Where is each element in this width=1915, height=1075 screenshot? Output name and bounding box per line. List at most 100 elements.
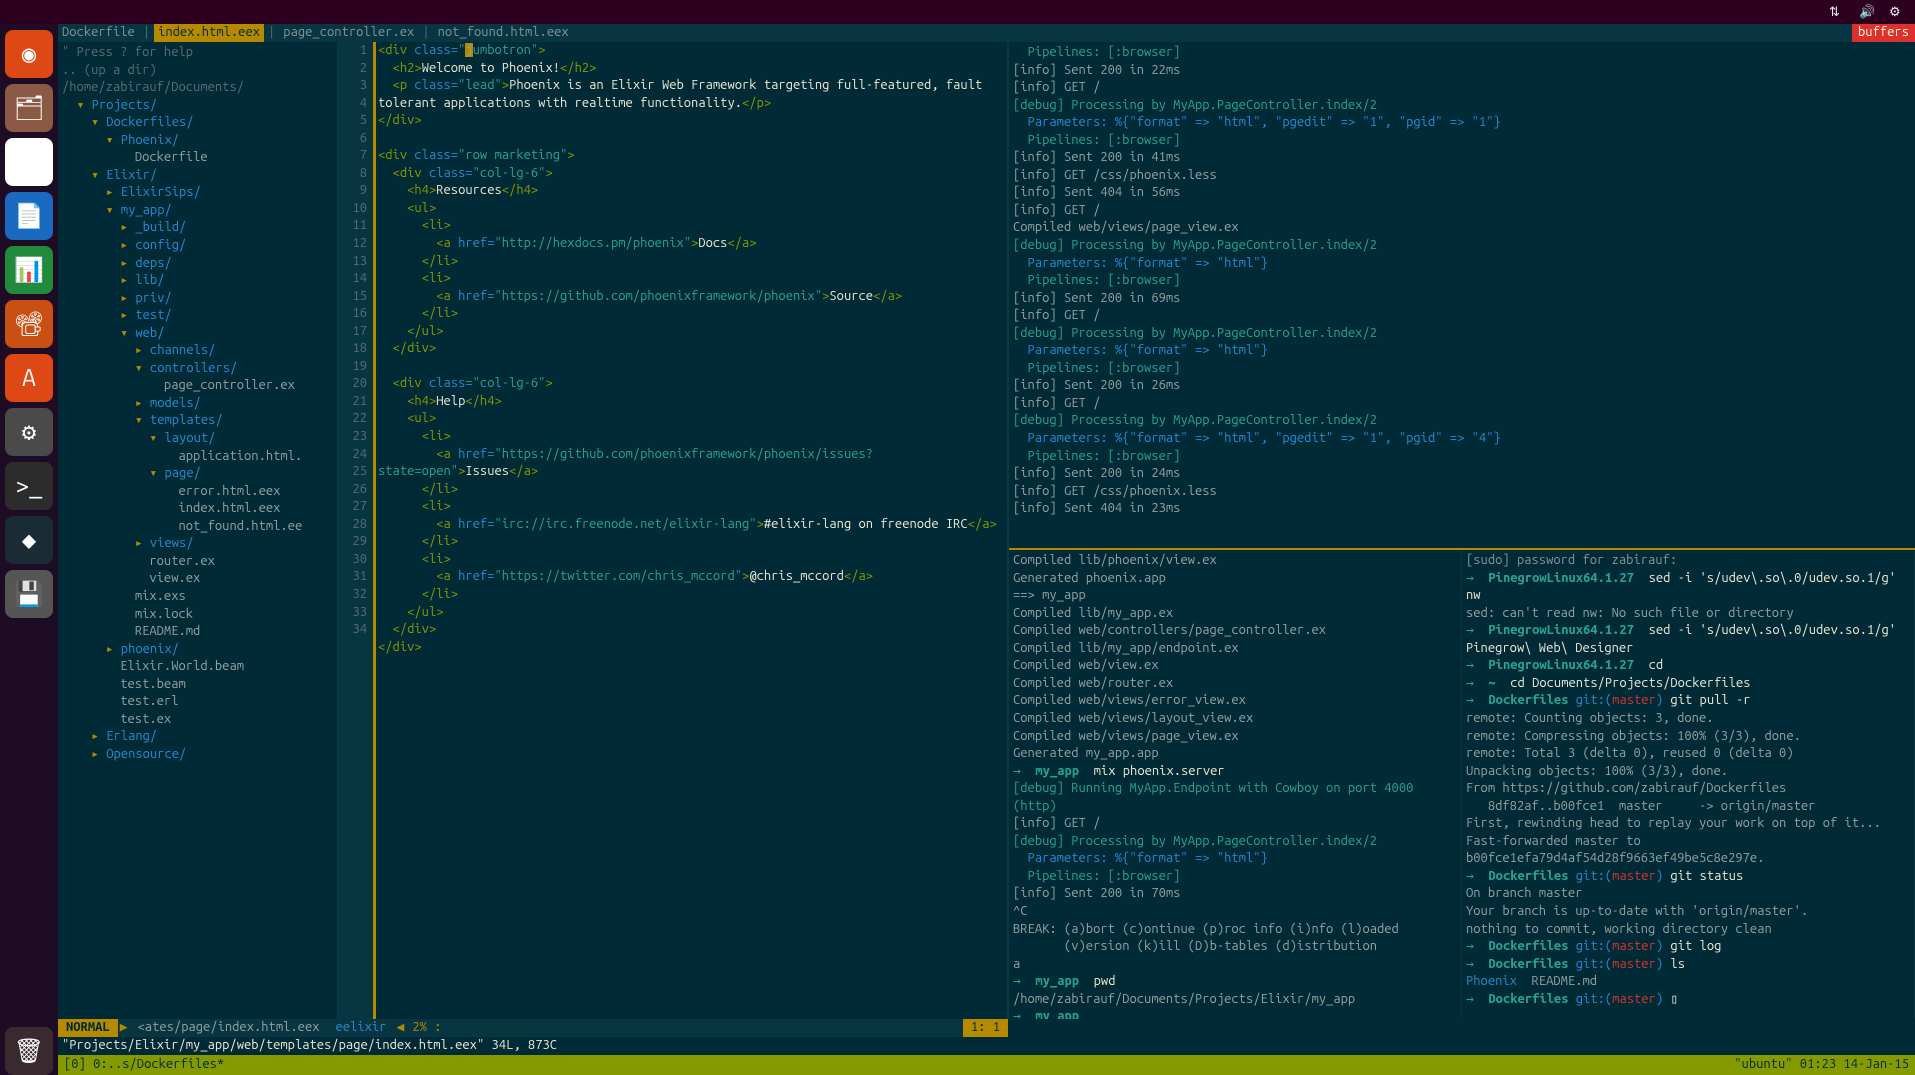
terminal-line: Generated my_app.app: [1013, 745, 1457, 763]
terminal-line: [info] Sent 404 in 23ms: [1013, 500, 1911, 518]
tree-file[interactable]: view.ex: [62, 570, 333, 588]
code-area[interactable]: <div class="jumbotron"> <h2>Welcome to P…: [376, 42, 1007, 1019]
tree-file[interactable]: error.html.eex: [62, 483, 333, 501]
tree-file[interactable]: not_found.html.ee: [62, 518, 333, 536]
tree-dir[interactable]: ▸ lib/: [62, 272, 333, 290]
tree-file[interactable]: router.ex: [62, 553, 333, 571]
tree-file[interactable]: page_controller.ex: [62, 377, 333, 395]
terminal-line: Pipelines: [:browser]: [1013, 868, 1457, 886]
tree-dir[interactable]: ▸ ElixirSips/: [62, 184, 333, 202]
terminal-server-log[interactable]: Pipelines: [:browser][info] Sent 200 in …: [1009, 42, 1915, 550]
tree-dir[interactable]: ▾ my_app/: [62, 202, 333, 220]
terminal-line: Pipelines: [:browser]: [1013, 448, 1911, 466]
terminal-line: [debug] Processing by MyApp.PageControll…: [1013, 237, 1911, 255]
terminal-line: sed: can't read nw: No such file or dire…: [1466, 605, 1910, 623]
tree-file[interactable]: Dockerfile: [62, 149, 333, 167]
terminal-line: Fast-forwarded master to b00fce1efa79d4a…: [1466, 833, 1910, 868]
editor-pane[interactable]: 1234567891011121314151617181920212223242…: [338, 42, 1008, 1019]
terminal-line: a: [1013, 956, 1457, 974]
launcher-terminal[interactable]: >_: [5, 462, 53, 510]
tree-dir[interactable]: ▾ templates/: [62, 412, 333, 430]
tree-dir[interactable]: ▸ config/: [62, 237, 333, 255]
launcher-settings[interactable]: ⚙: [5, 408, 53, 456]
tree-file[interactable]: README.md: [62, 623, 333, 641]
launcher-calc[interactable]: 📊: [5, 246, 53, 294]
terminal-mix[interactable]: Compiled lib/phoenix/view.exGenerated ph…: [1009, 550, 1462, 1019]
terminal-line: → my_app pwd: [1013, 973, 1457, 991]
tree-dir[interactable]: ▾ Projects/: [62, 97, 333, 115]
terminal-line: → Dockerfiles git:(master) git status: [1466, 868, 1910, 886]
terminal-line: [info] GET /: [1013, 307, 1911, 325]
tree-dir[interactable]: ▸ priv/: [62, 290, 333, 308]
terminal-line: Compiled lib/phoenix/view.ex: [1013, 552, 1457, 570]
tree-file[interactable]: index.html.eex: [62, 500, 333, 518]
tree-file[interactable]: mix.exs: [62, 588, 333, 606]
tree-dir[interactable]: ▾ Phoenix/: [62, 132, 333, 150]
buffer-tab[interactable]: not_found.html.eex: [434, 24, 573, 42]
tree-dir[interactable]: ▾ layout/: [62, 430, 333, 448]
launcher-ubuntu-software[interactable]: A: [5, 354, 53, 402]
launcher-ubuntu-dash[interactable]: ◉: [5, 30, 53, 78]
tree-dir[interactable]: ▸ phoenix/: [62, 641, 333, 659]
terminal-line: [debug] Processing by MyApp.PageControll…: [1013, 325, 1911, 343]
tree-file[interactable]: Elixir.World.beam: [62, 658, 333, 676]
terminal-line: → PinegrowLinux64.1.27 cd: [1466, 657, 1910, 675]
buffer-tab[interactable]: page_controller.ex: [279, 24, 418, 42]
tree-file[interactable]: application.html.: [62, 448, 333, 466]
terminal-line: Compiled web/views/page_view.ex: [1013, 219, 1911, 237]
nerdtree-pane[interactable]: " Press ? for help.. (up a dir)/home/zab…: [58, 42, 338, 1019]
tree-file[interactable]: mix.lock: [62, 606, 333, 624]
tree-file[interactable]: test.ex: [62, 711, 333, 729]
launcher-app-dark[interactable]: ◆: [5, 516, 53, 564]
tree-dir[interactable]: ▸ views/: [62, 535, 333, 553]
launcher-writer[interactable]: 📄: [5, 192, 53, 240]
vim-mode: NORMAL: [58, 1019, 118, 1037]
tree-dir[interactable]: ▸ test/: [62, 307, 333, 325]
terminal-line: [debug] Processing by MyApp.PageControll…: [1013, 97, 1911, 115]
launcher-trash[interactable]: 🗑: [5, 1027, 53, 1075]
tree-dir[interactable]: ▾ controllers/: [62, 360, 333, 378]
terminal-line: From https://github.com/zabirauf/Dockerf…: [1466, 780, 1910, 798]
tmux-session[interactable]: [0] 0:..s/Dockerfiles*: [64, 1056, 224, 1074]
tree-dir[interactable]: ▾ web/: [62, 325, 333, 343]
buffer-tab[interactable]: index.html.eex: [154, 24, 264, 42]
terminal-line: 8df82af..b00fce1 master -> origin/master: [1466, 798, 1910, 816]
volume-icon[interactable]: 🔊: [1859, 4, 1875, 20]
tree-dir[interactable]: ▸ deps/: [62, 255, 333, 273]
launcher-files[interactable]: 🗂: [5, 84, 53, 132]
terminal-line: remote: Counting objects: 3, done.: [1466, 710, 1910, 728]
tree-file[interactable]: test.erl: [62, 693, 333, 711]
terminal-line: Parameters: %{"format" => "html", "pgedi…: [1013, 114, 1911, 132]
terminal-line: [debug] Running MyApp.Endpoint with Cowb…: [1013, 780, 1457, 815]
vim-statusline: NORMAL ▶ <ates/page/index.html.eex eelix…: [58, 1019, 1008, 1037]
tree-dir[interactable]: ▾ page/: [62, 465, 333, 483]
terminal-line: nothing to commit, working directory cle…: [1466, 921, 1910, 939]
launcher-impress[interactable]: 📽: [5, 300, 53, 348]
tree-dir[interactable]: ▾ Dockerfiles/: [62, 114, 333, 132]
terminal-line: Pipelines: [:browser]: [1013, 360, 1911, 378]
tree-dir[interactable]: ▾ Elixir/: [62, 167, 333, 185]
terminal-line: Compiled web/view.ex: [1013, 657, 1457, 675]
terminal-shell[interactable]: [sudo] password for zabirauf:→ PinegrowL…: [1462, 550, 1915, 1019]
tree-file[interactable]: test.beam: [62, 676, 333, 694]
tree-dir[interactable]: ▸ Opensource/: [62, 746, 333, 764]
terminal-line: Compiled web/views/error_view.ex: [1013, 692, 1457, 710]
launcher-save[interactable]: 💾: [5, 570, 53, 618]
tree-dir[interactable]: ▸ channels/: [62, 342, 333, 360]
buffers-indicator[interactable]: buffers: [1852, 24, 1915, 42]
tree-dir[interactable]: ▸ Erlang/: [62, 728, 333, 746]
gear-icon[interactable]: ⚙: [1889, 4, 1905, 20]
terminal-line: [info] Sent 404 in 56ms: [1013, 184, 1911, 202]
terminal-line: → Dockerfiles git:(master) git pull -r: [1466, 692, 1910, 710]
network-icon[interactable]: ⇅: [1829, 4, 1845, 20]
tree-dir[interactable]: ▸ models/: [62, 395, 333, 413]
terminal-line: Parameters: %{"format" => "html", "pgedi…: [1013, 430, 1911, 448]
terminal-line: [info] GET /: [1013, 395, 1911, 413]
tree-dir[interactable]: ▸ _build/: [62, 219, 333, 237]
terminal-line: → ~ cd Documents/Projects/Dockerfiles: [1466, 675, 1910, 693]
launcher-chrome[interactable]: ◐: [5, 138, 53, 186]
line-number-gutter: 1234567891011121314151617181920212223242…: [338, 42, 376, 1019]
terminal-line: Phoenix README.md: [1466, 973, 1910, 991]
buffer-tab[interactable]: Dockerfile: [58, 24, 139, 42]
terminal-line: → Dockerfiles git:(master) ▯: [1466, 991, 1910, 1009]
